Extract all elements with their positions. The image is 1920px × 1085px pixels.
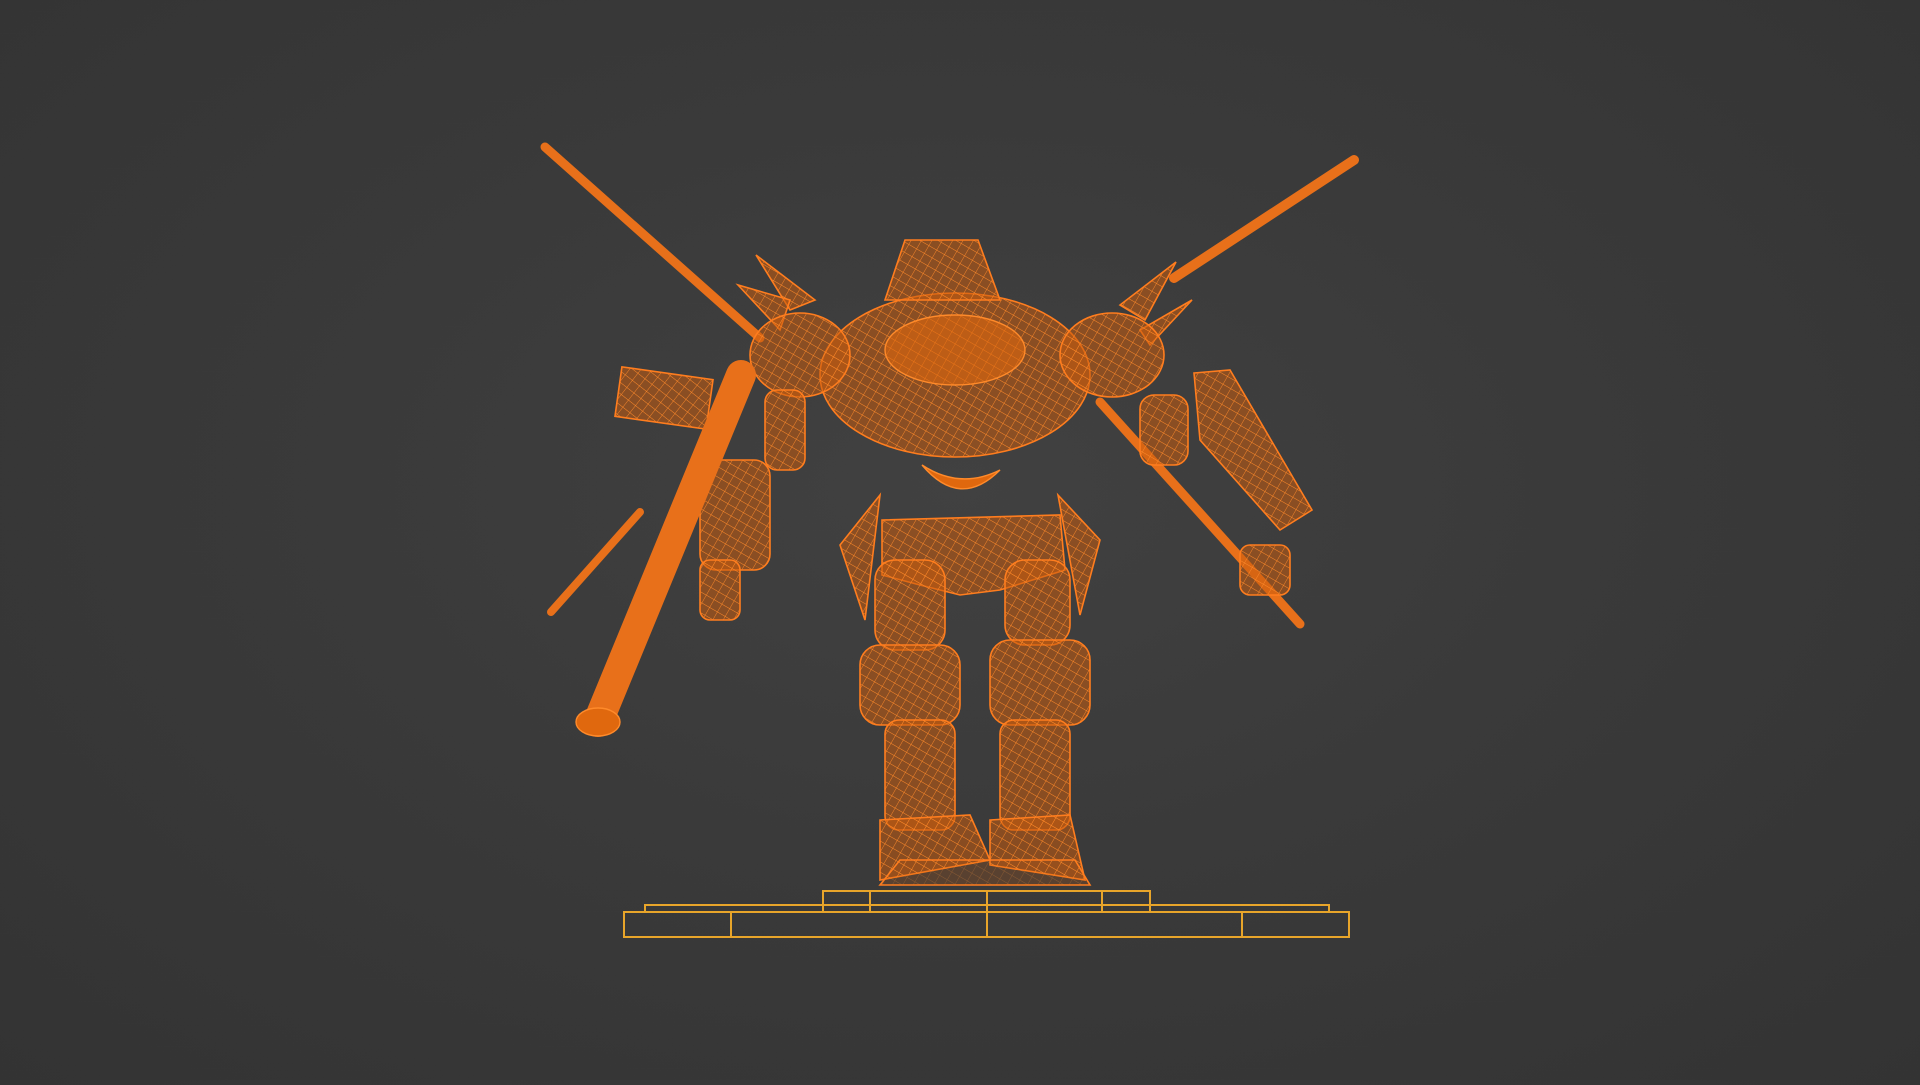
left-ammo-box [614,365,714,431]
right-arm-gun [1193,369,1314,532]
left-shoulder [749,312,851,398]
display-base [623,890,1350,938]
foot-plate [878,859,1092,886]
chest-core [884,314,1026,386]
right-shin [999,719,1071,831]
right-knee [989,639,1091,726]
right-hand [1239,544,1291,596]
left-thigh [874,559,946,651]
head [883,239,1002,301]
left-cannon-muzzle [575,707,621,737]
left-upper-arm [764,389,806,471]
right-thigh [1004,559,1071,646]
left-hip-fin [839,492,882,621]
3d-viewport[interactable] [0,0,1920,1080]
right-upper-arm [1139,394,1189,466]
left-hand [699,559,741,621]
robot-wireframe-render [540,142,1359,938]
left-shin [884,719,956,831]
collar [921,464,1001,490]
right-shoulder-spike [1118,261,1177,322]
left-knee [859,644,961,726]
right-shoulder [1059,312,1165,398]
